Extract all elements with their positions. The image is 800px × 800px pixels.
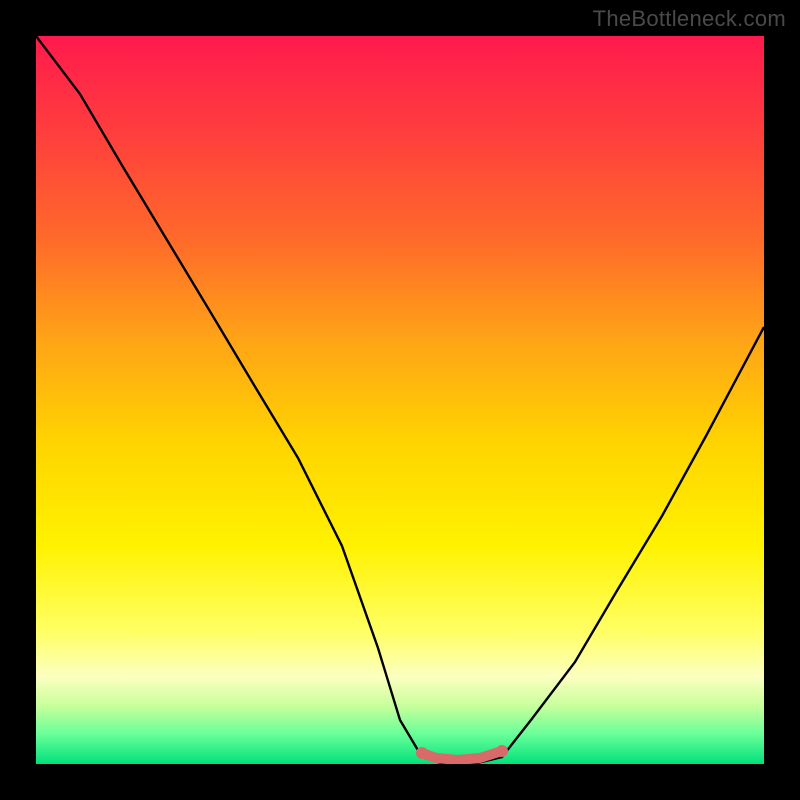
curve-layer	[36, 36, 764, 764]
chart-frame: TheBottleneck.com	[0, 0, 800, 800]
watermark-text: TheBottleneck.com	[593, 6, 786, 32]
bottleneck-curve	[36, 36, 764, 764]
plot-area	[36, 36, 764, 764]
marker-end-dot	[496, 745, 508, 757]
marker-start-dot	[416, 747, 428, 759]
optimal-band-marker	[422, 751, 502, 760]
